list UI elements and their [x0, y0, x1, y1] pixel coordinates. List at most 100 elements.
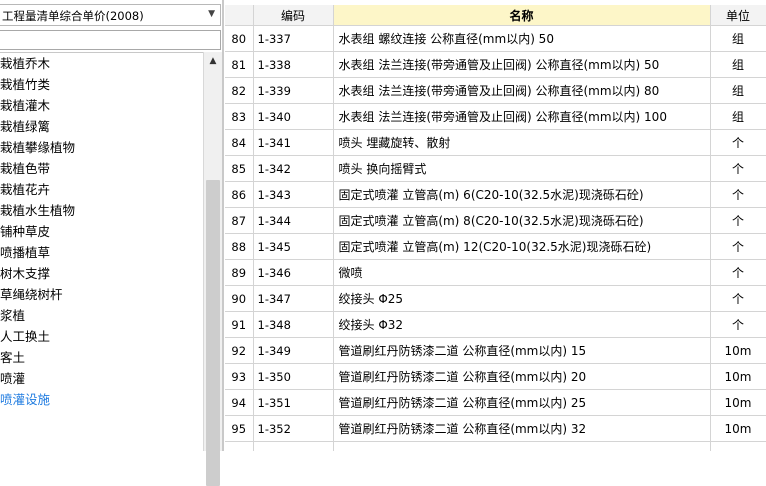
empty-cell: [710, 441, 766, 451]
table-row-partial: [225, 441, 766, 451]
header-name[interactable]: 名称: [333, 5, 711, 26]
row-name: 固定式喷灌 立管高(m) 12(C20-10(32.5水泥)现浇砾石砼): [333, 233, 711, 260]
table-row[interactable]: 82 1-339 水表组 法兰连接(带旁通管及止回阀) 公称直径(mm以内) 80 组: [225, 77, 766, 104]
table-row[interactable]: 87 1-344 固定式喷灌 立管高(m) 8(C20-10(32.5水泥)现浇砾石…: [225, 207, 766, 234]
table-row[interactable]: 92 1-349 管道刷红丹防锈漆二道 公称直径(mm以内) 15 10m: [225, 337, 766, 364]
tree-item[interactable]: 栽植绿篱: [0, 116, 203, 137]
header-code[interactable]: 编码: [253, 5, 334, 26]
filter-input[interactable]: [0, 30, 221, 50]
quota-library-dropdown[interactable]: 工程量清单综合单价(2008) ▼: [0, 4, 221, 26]
dropdown-label: 工程量清单综合单价(2008): [2, 9, 144, 23]
header-rownum: [225, 5, 254, 26]
tree-item[interactable]: 栽植花卉: [0, 179, 203, 200]
scrollbar-thumb[interactable]: [206, 180, 220, 486]
table-row[interactable]: 95 1-352 管道刷红丹防锈漆二道 公称直径(mm以内) 32 10m: [225, 415, 766, 442]
table-row[interactable]: 89 1-346 微喷个: [225, 259, 766, 286]
row-name: 水表组 法兰连接(带旁通管及止回阀) 公称直径(mm以内) 80: [333, 77, 711, 104]
row-unit: 10m: [710, 415, 766, 442]
row-number: 89: [225, 259, 254, 286]
row-name: 管道刷红丹防锈漆二道 公称直径(mm以内) 32: [333, 415, 711, 442]
row-code: 1-340: [253, 103, 334, 130]
row-name: 管道刷红丹防锈漆二道 公称直径(mm以内) 20: [333, 363, 711, 390]
row-unit: 个: [710, 207, 766, 234]
tree-item[interactable]: 栽植乔木: [0, 53, 203, 74]
row-code: 1-341: [253, 129, 334, 156]
row-number: 90: [225, 285, 254, 312]
row-name: 喷头 埋藏旋转、散射: [333, 129, 711, 156]
chevron-down-icon[interactable]: ▼: [208, 9, 215, 19]
table-row[interactable]: 88 1-345 固定式喷灌 立管高(m) 12(C20-10(32.5水泥)现浇砾…: [225, 233, 766, 260]
row-code: 1-339: [253, 77, 334, 104]
row-number: 85: [225, 155, 254, 182]
row-number: 84: [225, 129, 254, 156]
row-unit: 个: [710, 259, 766, 286]
table-row[interactable]: 86 1-343 固定式喷灌 立管高(m) 6(C20-10(32.5水泥)现浇砾石…: [225, 181, 766, 208]
row-number: 92: [225, 337, 254, 364]
tree-item[interactable]: 栽植水生植物: [0, 200, 203, 221]
tree-scrollbar[interactable]: ▲: [203, 52, 222, 486]
header-unit[interactable]: 单位: [710, 5, 766, 26]
table-row[interactable]: 84 1-341 喷头 埋藏旋转、散射个: [225, 129, 766, 156]
row-code: 1-352: [253, 415, 334, 442]
table-row[interactable]: 93 1-350 管道刷红丹防锈漆二道 公称直径(mm以内) 20 10m: [225, 363, 766, 390]
left-panel: 工程量清单综合单价(2008) ▼ 栽植乔木 栽植竹类 栽植灌木 栽植绿篱 栽植攀缘植物…: [0, 0, 223, 486]
row-number: 82: [225, 77, 254, 104]
scroll-up-icon[interactable]: ▲: [204, 52, 222, 70]
tree-item[interactable]: 栽植色带: [0, 158, 203, 179]
table-row[interactable]: 90 1-347 绞接头 Φ25 个: [225, 285, 766, 312]
row-number: 88: [225, 233, 254, 260]
row-name: 水表组 螺纹连接 公称直径(mm以内) 50: [333, 25, 711, 52]
row-unit: 个: [710, 233, 766, 260]
row-unit: 10m: [710, 363, 766, 390]
row-unit: 个: [710, 155, 766, 182]
row-unit: 10m: [710, 337, 766, 364]
row-number: 80: [225, 25, 254, 52]
table-row[interactable]: 80 1-337 水表组 螺纹连接 公称直径(mm以内) 50 组: [225, 25, 766, 52]
empty-cell: [225, 441, 254, 451]
tree-item[interactable]: 栽植灌木: [0, 95, 203, 116]
tree-item[interactable]: 栽植攀缘植物: [0, 137, 203, 158]
row-number: 86: [225, 181, 254, 208]
row-name: 喷头 换向摇臂式: [333, 155, 711, 182]
row-name: 绞接头 Φ32: [333, 311, 711, 338]
row-unit: 个: [710, 181, 766, 208]
row-name: 绞接头 Φ25: [333, 285, 711, 312]
row-unit: 组: [710, 51, 766, 78]
empty-cell: [253, 441, 334, 451]
tree-item[interactable]: 浆植: [0, 305, 203, 326]
row-code: 1-351: [253, 389, 334, 416]
row-number: 91: [225, 311, 254, 338]
tree-item[interactable]: 客土: [0, 347, 203, 368]
row-name: 微喷: [333, 259, 711, 286]
tree-item[interactable]: 喷播植草: [0, 242, 203, 263]
tree-item[interactable]: 喷灌设施: [0, 389, 203, 410]
row-code: 1-345: [253, 233, 334, 260]
row-unit: 个: [710, 311, 766, 338]
row-number: 81: [225, 51, 254, 78]
tree-item[interactable]: 喷灌: [0, 368, 203, 389]
tree-item[interactable]: 人工换土: [0, 326, 203, 347]
row-number: 94: [225, 389, 254, 416]
row-number: 95: [225, 415, 254, 442]
table-row[interactable]: 81 1-338 水表组 法兰连接(带旁通管及止回阀) 公称直径(mm以内) 50 组: [225, 51, 766, 78]
table-row[interactable]: 83 1-340 水表组 法兰连接(带旁通管及止回阀) 公称直径(mm以内) 100…: [225, 103, 766, 130]
tree-item[interactable]: 草绳绕树杆: [0, 284, 203, 305]
row-code: 1-346: [253, 259, 334, 286]
tree-item[interactable]: 铺种草皮: [0, 221, 203, 242]
table-row[interactable]: 94 1-351 管道刷红丹防锈漆二道 公称直径(mm以内) 25 10m: [225, 389, 766, 416]
table-row[interactable]: 91 1-348 绞接头 Φ32 个: [225, 311, 766, 338]
row-unit: 10m: [710, 389, 766, 416]
empty-cell: [333, 441, 711, 451]
row-name: 管道刷红丹防锈漆二道 公称直径(mm以内) 15: [333, 337, 711, 364]
row-name: 管道刷红丹防锈漆二道 公称直径(mm以内) 25: [333, 389, 711, 416]
row-code: 1-350: [253, 363, 334, 390]
tree-item[interactable]: 树木支撑: [0, 263, 203, 284]
tree-item[interactable]: 栽植竹类: [0, 74, 203, 95]
grid-header-row: 编码 名称 单位: [225, 5, 766, 26]
panel-splitter[interactable]: [222, 0, 224, 451]
row-unit: 个: [710, 129, 766, 156]
row-name: 水表组 法兰连接(带旁通管及止回阀) 公称直径(mm以内) 50: [333, 51, 711, 78]
table-row[interactable]: 85 1-342 喷头 换向摇臂式个: [225, 155, 766, 182]
row-code: 1-343: [253, 181, 334, 208]
row-number: 93: [225, 363, 254, 390]
